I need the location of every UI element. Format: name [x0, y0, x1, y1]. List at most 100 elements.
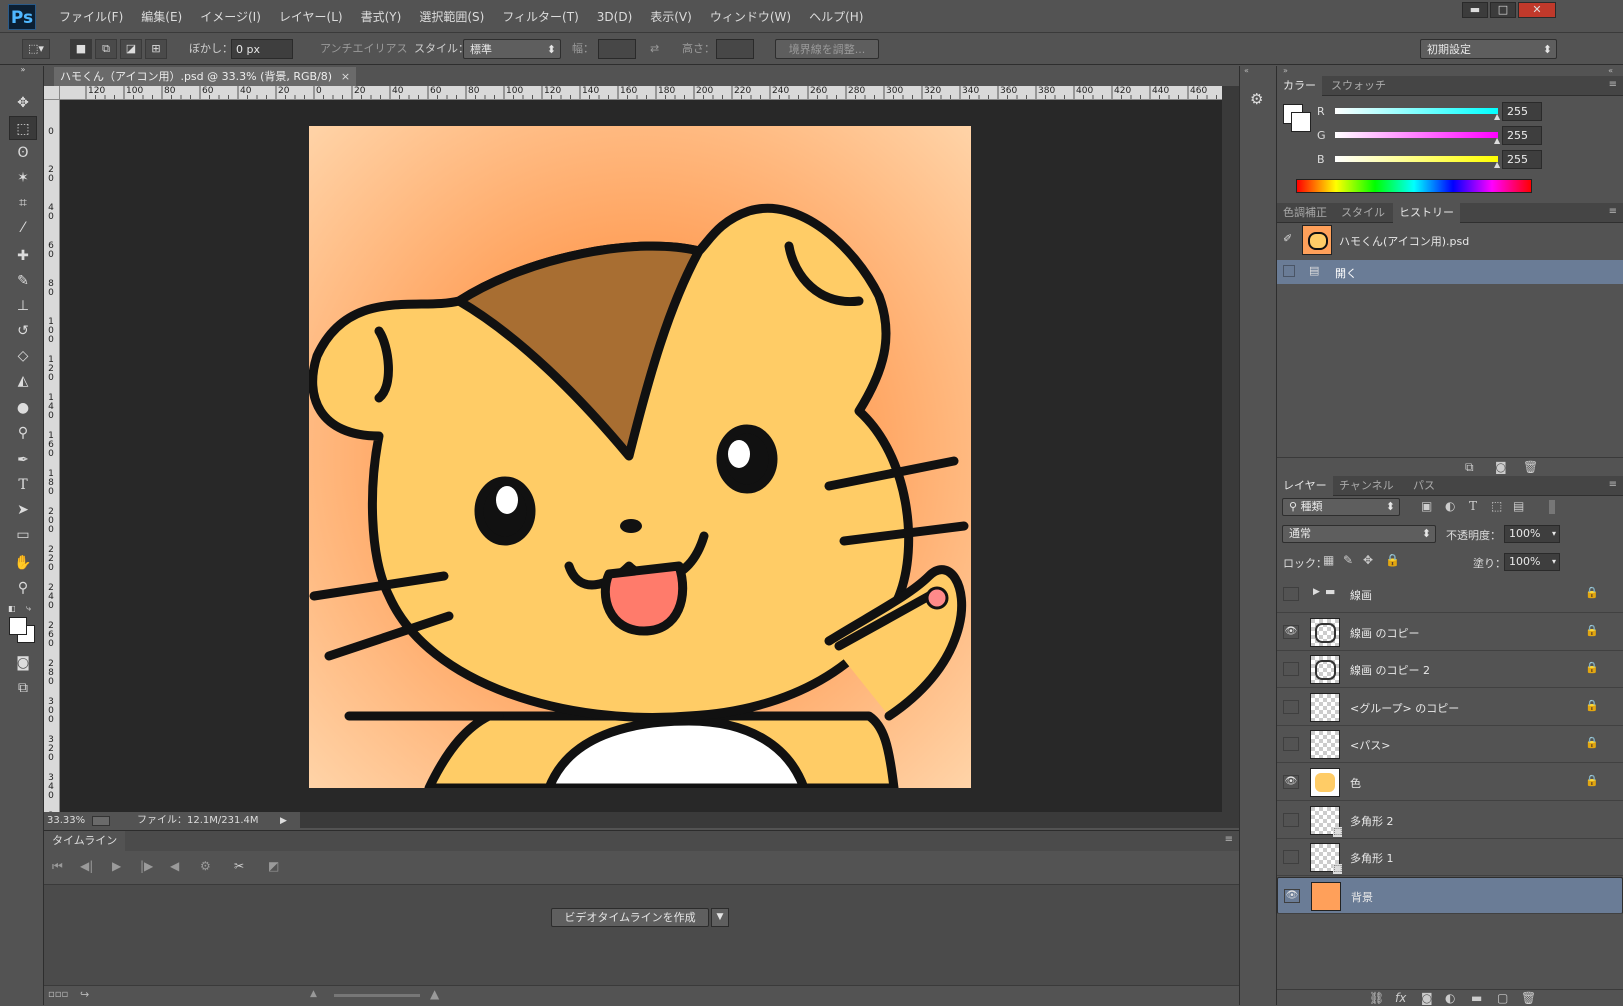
ruler-origin[interactable]	[44, 86, 60, 100]
default-colors-icon[interactable]: ◧	[8, 604, 18, 614]
crop-tool-icon[interactable]: ⌗	[9, 191, 37, 215]
frame-animation-icon[interactable]: ▫▫▫	[48, 989, 68, 1000]
vertical-scrollbar[interactable]	[1222, 86, 1239, 812]
collapse-icon[interactable]: »	[9, 66, 37, 76]
move-tool-icon[interactable]: ✥	[9, 91, 37, 115]
hand-tool-icon[interactable]: ✋	[9, 551, 37, 575]
collapse-dock-right-icon[interactable]: «	[1608, 66, 1613, 75]
workspace-select[interactable]: 初期設定 ⬍	[1420, 39, 1557, 59]
type-tool-icon[interactable]: T	[9, 473, 37, 497]
menu-item[interactable]: 編集(E)	[132, 8, 191, 26]
lock-transparent-icon[interactable]: ▦	[1323, 553, 1334, 567]
history-step-checkbox[interactable]	[1283, 265, 1295, 277]
width-input[interactable]	[598, 39, 636, 59]
previous-frame-icon[interactable]: ◀︎|	[80, 859, 93, 873]
intersect-selection-icon[interactable]: ⊞	[145, 39, 167, 59]
transition-icon[interactable]: ◩	[268, 859, 279, 873]
status-menu-arrow-icon[interactable]: ▶	[280, 812, 287, 830]
visibility-toggle[interactable]	[1283, 699, 1299, 714]
blur-tool-icon[interactable]: ●	[9, 396, 37, 420]
lasso-tool-icon[interactable]: ʘ	[9, 141, 37, 165]
history-snapshot[interactable]: ✐ ハモくん(アイコン用).psd	[1277, 224, 1623, 256]
channel-slider[interactable]	[1335, 108, 1498, 114]
layer-row[interactable]: ▶ ▬ 線画 🔒	[1277, 576, 1623, 613]
layer-row[interactable]: ⬚ 多角形 1	[1277, 839, 1623, 877]
zoom-level[interactable]: 33.33%	[47, 812, 85, 830]
timeline-tab[interactable]: タイムライン	[44, 831, 126, 851]
close-icon[interactable]: ×	[341, 67, 350, 86]
ruler-horizontal[interactable]: 120 100 80 60 40 20 0 20 40 60 80 100 120 140 160 180 20…	[60, 86, 1222, 100]
panel-menu-icon[interactable]: ≡	[1225, 834, 1233, 845]
brush-tool-icon[interactable]: ✎	[9, 269, 37, 293]
blend-mode-select[interactable]: 通常 ⬍	[1282, 525, 1436, 543]
close-window-button[interactable]: ✕	[1518, 2, 1556, 18]
slider-handle-icon[interactable]: ▲	[1494, 160, 1500, 169]
feather-input[interactable]: 0 px	[231, 39, 293, 59]
channel-slider[interactable]	[1335, 132, 1498, 138]
eye-icon[interactable]: 👁	[1283, 624, 1299, 639]
visibility-toggle[interactable]	[1283, 812, 1299, 827]
history-step[interactable]: ▤ 開く	[1277, 260, 1623, 284]
menu-item[interactable]: ウィンドウ(W)	[701, 8, 800, 26]
adjustment-layer-icon[interactable]: ◐	[1445, 991, 1455, 1005]
clone-stamp-tool-icon[interactable]: ⊥	[9, 294, 37, 318]
tab-history[interactable]: ヒストリー	[1393, 203, 1460, 223]
visibility-toggle[interactable]	[1283, 850, 1299, 865]
eyedropper-tool-icon[interactable]: ⁄	[9, 216, 37, 240]
tab-paths[interactable]: パス	[1407, 476, 1441, 496]
history-brush-tool-icon[interactable]: ↺	[9, 319, 37, 343]
paint-bucket-tool-icon[interactable]: ◭	[9, 369, 37, 393]
filter-smart-object-icon[interactable]: ▤	[1513, 499, 1524, 513]
next-frame-icon[interactable]: |▶	[140, 859, 153, 873]
channel-value-input[interactable]: 255	[1502, 126, 1542, 145]
tab-layers[interactable]: レイヤー	[1277, 476, 1333, 496]
trash-icon[interactable]: 🗑	[1523, 460, 1538, 474]
minimize-button[interactable]: ▬	[1462, 2, 1488, 18]
audio-icon[interactable]: ◀	[170, 859, 179, 873]
panel-menu-icon[interactable]: ≡	[1609, 479, 1617, 490]
tab-swatches[interactable]: スウォッチ	[1325, 76, 1392, 96]
menu-item[interactable]: フィルター(T)	[493, 8, 587, 26]
menu-item[interactable]: イメージ(I)	[191, 8, 270, 26]
maximize-button[interactable]: □	[1490, 2, 1516, 18]
file-size-info[interactable]: ファイル：12.1M/231.4M	[137, 812, 259, 830]
fill-input[interactable]: 100% ▾	[1504, 553, 1560, 571]
layer-row[interactable]: 👁 色 🔒	[1277, 764, 1623, 801]
swap-icon[interactable]: ⇄	[650, 39, 659, 59]
layer-row[interactable]: <グループ> のコピー 🔒	[1277, 688, 1623, 726]
camera-icon[interactable]: ◙	[1495, 460, 1507, 474]
quick-mask-icon[interactable]: ◙	[9, 651, 37, 675]
path-selection-tool-icon[interactable]: ➤	[9, 498, 37, 522]
panel-menu-icon[interactable]: ≡	[1609, 79, 1617, 90]
subtract-selection-icon[interactable]: ◪	[120, 39, 142, 59]
visibility-toggle[interactable]	[1283, 737, 1299, 752]
proof-icon[interactable]	[92, 816, 110, 826]
lock-position-icon[interactable]: ✥	[1363, 553, 1373, 567]
opacity-input[interactable]: 100% ▾	[1504, 525, 1560, 543]
add-selection-icon[interactable]: ⧉	[95, 39, 117, 59]
color-spectrum[interactable]	[1296, 179, 1532, 193]
tab-color[interactable]: カラー	[1277, 76, 1322, 96]
settings-gear-icon[interactable]: ⚙	[200, 859, 211, 873]
link-layers-icon[interactable]: ⛓	[1369, 991, 1384, 1005]
foreground-color-swatch[interactable]	[9, 617, 27, 635]
dodge-tool-icon[interactable]: ⚲	[9, 421, 37, 445]
tab-channels[interactable]: チャンネル	[1333, 476, 1400, 496]
split-scissors-icon[interactable]: ✂	[234, 859, 244, 873]
channel-value-input[interactable]: 255	[1502, 102, 1542, 121]
refine-edge-button[interactable]: 境界線を調整...	[775, 39, 879, 59]
screen-mode-icon[interactable]: ⧉	[9, 676, 37, 700]
document-tab[interactable]: ハモくん（アイコン用）.psd @ 33.3% (背景, RGB/8) ×	[54, 67, 357, 86]
horizontal-scrollbar[interactable]	[300, 812, 1239, 828]
create-timeline-dropdown-icon[interactable]: ▼	[711, 908, 729, 927]
channel-value-input[interactable]: 255	[1502, 150, 1542, 169]
menu-item[interactable]: ヘルプ(H)	[800, 8, 872, 26]
rectangular-marquee-preset-icon[interactable]: ⬚▾	[22, 39, 50, 59]
visibility-toggle[interactable]	[1283, 587, 1299, 601]
create-video-timeline-button[interactable]: ビデオタイムラインを作成	[551, 908, 709, 927]
menu-item[interactable]: 選択範囲(S)	[410, 8, 493, 26]
layer-row[interactable]: 👁 背景	[1277, 876, 1623, 914]
expand-icon[interactable]: «	[1244, 66, 1249, 75]
ruler-vertical[interactable]: 0 2 0 4 0 6 0 8 0 1 0 0 1 2 0 1 4 0 1 6 0 1 8 0 2 …	[44, 100, 60, 812]
style-select[interactable]: 標準 ⬍	[463, 39, 561, 59]
